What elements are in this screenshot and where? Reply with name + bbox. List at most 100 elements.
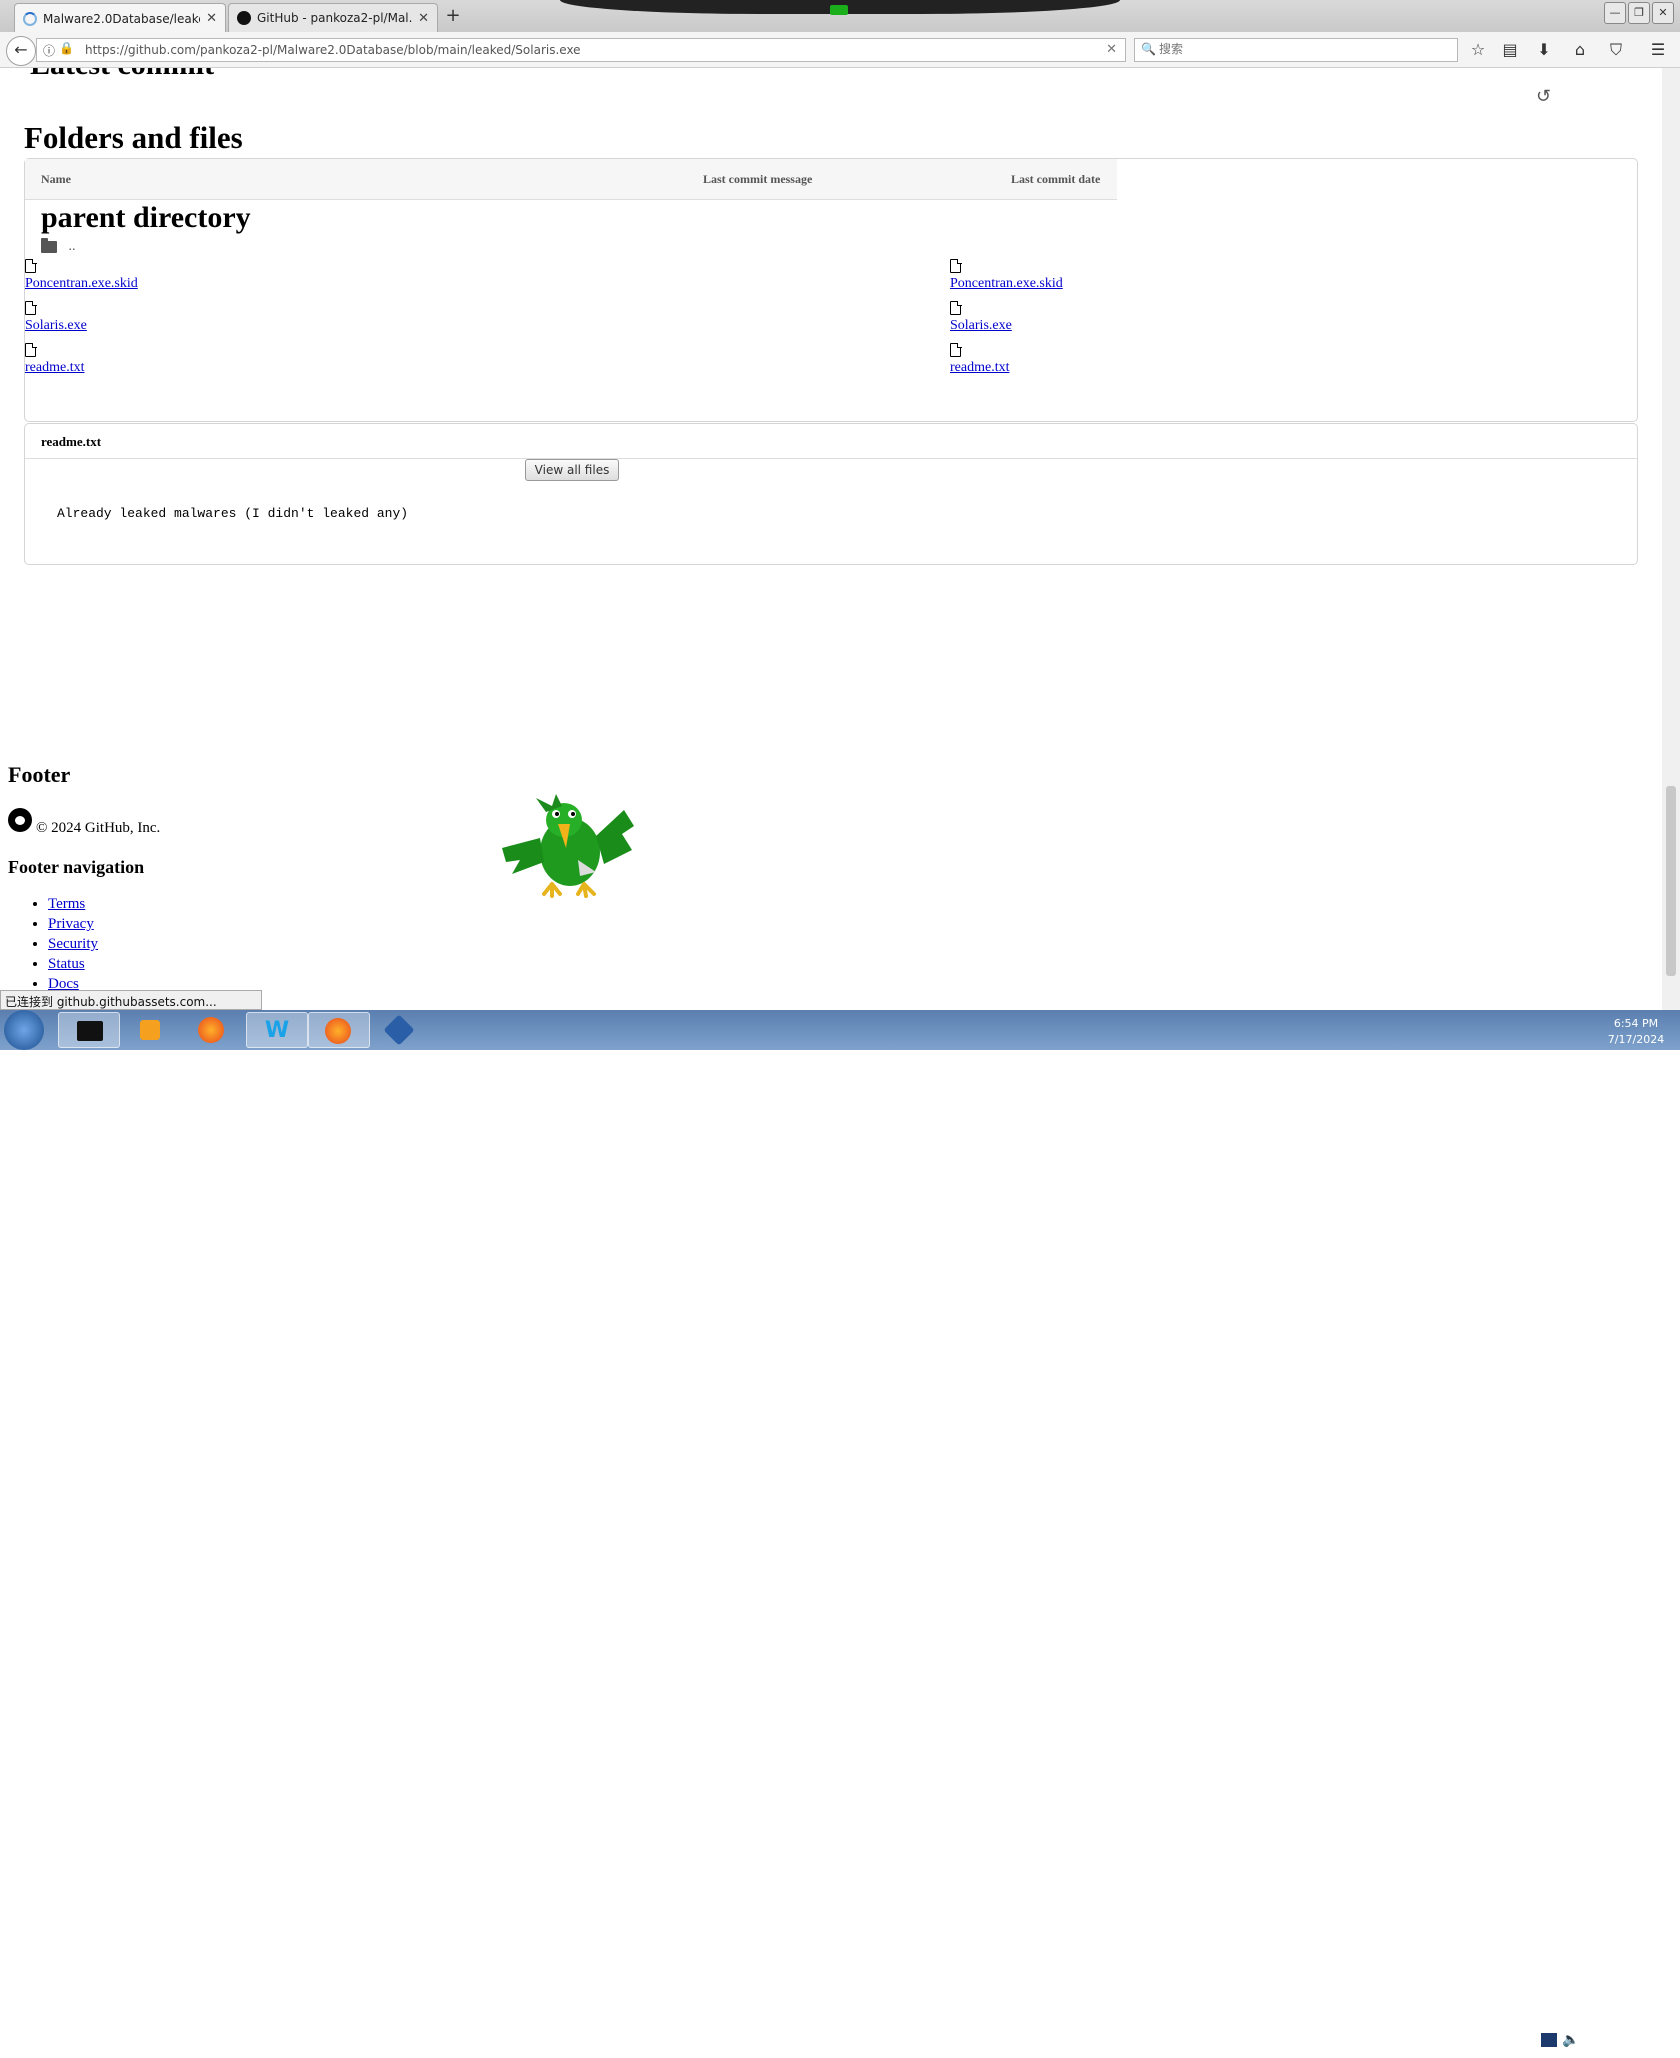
name-column-header: Name xyxy=(41,172,71,186)
download-icon[interactable]: ⬇ xyxy=(1534,40,1554,60)
file-link[interactable]: readme.txt xyxy=(950,360,1009,375)
file-icon xyxy=(950,300,962,315)
footer-link-status[interactable]: Status xyxy=(48,956,85,972)
page-content: Latest commit ◌ ⁄ ↺ Folders and files Na… xyxy=(0,68,1660,1010)
notch-led xyxy=(830,5,848,15)
footer-navigation-heading: Footer navigation xyxy=(8,857,145,877)
file-icon xyxy=(950,342,962,357)
navigation-bar: ← ⓘ 🔒 https://github.com/pankoza2-pl/Mal… xyxy=(0,32,1680,68)
latest-commit-heading: Latest commit xyxy=(30,68,214,82)
virtualbox-icon xyxy=(383,1014,415,1046)
footer-link-item: Security xyxy=(48,934,98,954)
copyright-text: © 2024 GitHub, Inc. xyxy=(36,820,161,836)
home-icon[interactable]: ⌂ xyxy=(1570,40,1590,60)
status-bar: 已连接到 github.githubassets.com... xyxy=(0,990,262,1010)
lock-warning-icon[interactable]: 🔒 xyxy=(59,41,74,55)
tab-bar: Malware2.0Database/leake... ✕ GitHub - p… xyxy=(0,0,1680,33)
loading-spinner-icon xyxy=(23,11,37,26)
clock-time: 6:54 PM xyxy=(1613,1017,1659,1030)
url-text: https://github.com/pankoza2-pl/Malware2.… xyxy=(85,43,581,57)
footer-link-item: Status xyxy=(48,954,98,974)
clear-url-icon[interactable]: ✕ xyxy=(1106,42,1117,57)
footer-link-terms[interactable]: Terms xyxy=(48,896,85,912)
folders-heading: Folders and files xyxy=(24,120,243,155)
footer-link-item: Privacy xyxy=(48,914,98,934)
file-row: Poncentran.exe.skid xyxy=(25,258,138,292)
file-row: Poncentran.exe.skid xyxy=(950,258,1063,292)
file-icon xyxy=(25,342,37,357)
github-icon xyxy=(237,11,251,25)
clock-date: 7/17/2024 xyxy=(1607,1033,1665,1046)
terminal-icon xyxy=(77,1021,103,1041)
close-icon[interactable]: ✕ xyxy=(418,11,429,26)
file-link[interactable]: readme.txt xyxy=(25,360,84,375)
file-link[interactable]: Poncentran.exe.skid xyxy=(25,276,138,291)
scrollbar-thumb[interactable] xyxy=(1666,786,1676,976)
footer-link-item: Terms xyxy=(48,894,98,914)
footer-navigation: Terms Privacy Security Status Docs xyxy=(28,894,98,994)
partial-icons: ◌ ⁄ xyxy=(1536,68,1552,72)
file-link[interactable]: Poncentran.exe.skid xyxy=(950,276,1063,291)
volume-icon[interactable]: 🔈 xyxy=(1562,2032,1579,2048)
close-icon[interactable]: ✕ xyxy=(206,11,217,26)
taskbar-app-firefox-2[interactable] xyxy=(308,1012,370,1048)
table-header: Name Last commit message Last commit dat… xyxy=(25,159,1117,200)
start-button[interactable] xyxy=(4,1010,44,1050)
parent-directory-heading: parent directory xyxy=(41,201,251,234)
bookmark-star-icon[interactable]: ☆ xyxy=(1468,40,1488,60)
footer-link-security[interactable]: Security xyxy=(48,936,98,952)
network-icon[interactable] xyxy=(1540,2032,1558,2048)
taskbar-app-virtualbox[interactable] xyxy=(370,1012,432,1048)
parrot-mascot-image xyxy=(502,794,634,898)
footer-link-privacy[interactable]: Privacy xyxy=(48,916,94,932)
file-row: readme.txt xyxy=(950,342,1009,376)
tab-title: GitHub - pankoza2-pl/Mal... xyxy=(257,11,413,25)
taskbar: W 🔈 6:54 PM 7/17/2024 xyxy=(0,1010,1680,2058)
back-button[interactable]: ← xyxy=(6,36,36,66)
files-table: Name Last commit message Last commit dat… xyxy=(24,158,1638,481)
file-link[interactable]: Solaris.exe xyxy=(950,318,1012,333)
file-icon xyxy=(25,300,37,315)
parent-dots: .. xyxy=(68,239,76,254)
media-player-icon xyxy=(140,1020,160,1040)
firefox-icon xyxy=(325,1018,351,1044)
taskbar-app-w[interactable]: W xyxy=(246,1012,308,1048)
history-icon[interactable]: ↺ xyxy=(1536,86,1551,107)
url-bar[interactable]: ⓘ 🔒 https://github.com/pankoza2-pl/Malwa… xyxy=(36,38,1126,62)
new-tab-button[interactable]: + xyxy=(442,4,464,28)
search-icon: 🔍 xyxy=(1141,42,1156,56)
parent-directory-link[interactable]: .. xyxy=(41,237,76,255)
info-icon[interactable]: ⓘ xyxy=(43,42,55,59)
readme-content: Already leaked malwares (I didn't leaked… xyxy=(57,506,409,521)
restore-button[interactable]: ❐ xyxy=(1628,2,1650,24)
taskbar-app-terminal[interactable] xyxy=(58,1012,120,1048)
system-tray: 🔈 xyxy=(1448,2022,1588,2058)
pocket-icon[interactable]: ⛉ xyxy=(1606,40,1626,60)
file-row: readme.txt xyxy=(25,342,84,376)
close-window-button[interactable]: ✕ xyxy=(1652,2,1674,24)
taskbar-app-firefox[interactable] xyxy=(182,1012,244,1048)
github-logo-icon[interactable] xyxy=(8,808,32,832)
date-column-header: Last commit date xyxy=(1011,172,1101,186)
firefox-icon xyxy=(198,1017,224,1043)
file-link[interactable]: Solaris.exe xyxy=(25,318,87,333)
file-icon xyxy=(25,258,37,273)
tray-parrot-icon[interactable] xyxy=(1476,2022,1534,2058)
search-input[interactable] xyxy=(1157,41,1451,57)
menu-icon[interactable]: ☰ xyxy=(1648,40,1668,60)
readme-panel: readme.txt Already leaked malwares (I di… xyxy=(24,423,1638,565)
search-box[interactable]: 🔍 xyxy=(1134,38,1458,62)
file-row: Solaris.exe xyxy=(25,300,87,334)
tab-title: Malware2.0Database/leake... xyxy=(43,11,201,26)
file-icon xyxy=(950,258,962,273)
taskbar-app-media[interactable] xyxy=(120,1012,182,1048)
tab-github-repo[interactable]: GitHub - pankoza2-pl/Mal... ✕ xyxy=(228,3,438,32)
readme-title[interactable]: readme.txt xyxy=(41,434,101,450)
minimize-button[interactable]: — xyxy=(1604,2,1626,24)
message-column-header: Last commit message xyxy=(703,172,813,186)
tab-malware-database[interactable]: Malware2.0Database/leake... ✕ xyxy=(14,3,226,33)
system-clock[interactable]: 6:54 PM 7/17/2024 xyxy=(1600,1016,1672,1048)
w-app-icon: W xyxy=(264,1018,290,1043)
file-row: Solaris.exe xyxy=(950,300,1012,334)
reading-list-icon[interactable]: ▤ xyxy=(1500,40,1520,60)
